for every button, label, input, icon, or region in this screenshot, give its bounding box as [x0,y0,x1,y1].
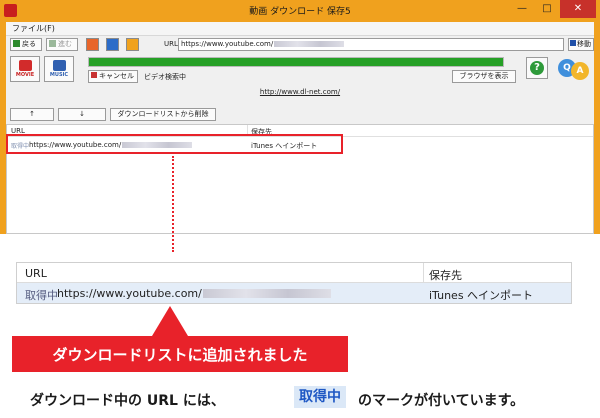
progress-bar [88,57,504,67]
caption: ダウンロード中の URL には、 取得中 のマークが付いています。 [30,386,590,410]
callout-tail [152,306,188,336]
back-label: 戻る [22,40,36,48]
cancel-icon [91,72,97,78]
title-bar[interactable]: 動画 ダウンロード 保存5 — □ ✕ [0,0,600,22]
callout-text: ダウンロードリストに追加されました [52,346,308,364]
close-button[interactable]: ✕ [560,0,596,18]
site-link[interactable]: http://www.dl-net.com/ [6,88,594,96]
remove-from-list-button[interactable]: ダウンロードリストから削除 [110,108,216,121]
movie-icon [19,60,32,71]
go-icon [570,40,576,46]
caption-suffix: のマークが付いています。 [358,393,525,409]
cancel-label: キャンセル [99,72,134,80]
zoomed-row-destination: iTunes へインポート [429,289,534,302]
help-button[interactable]: ? [526,57,548,79]
music-label: MUSIC [49,72,69,78]
go-label: 移動 [577,40,591,48]
zoomed-row-url: https://www.youtube.com/ [57,287,331,300]
move-up-button[interactable]: ↑ [10,108,54,121]
window-client: ファイル(F) 戻る 進む URL https://www.youtube.co… [6,22,594,234]
stop-icon[interactable] [86,38,99,51]
zoomed-list: URL 保存先 取得中 https://www.youtube.com/ iTu… [16,262,572,304]
url-redaction [274,41,345,47]
refresh-icon[interactable] [106,38,119,51]
qa-icon[interactable]: Q A [558,57,592,81]
go-button[interactable]: 移動 [568,38,594,51]
back-icon [13,40,20,47]
music-button[interactable]: MUSIC [44,56,74,82]
zoomed-column-url: URL [25,267,47,280]
callout-box: ダウンロードリストに追加されました [12,336,348,372]
move-down-button[interactable]: ↓ [58,108,106,121]
forward-button[interactable]: 進む [46,38,78,51]
back-button[interactable]: 戻る [10,38,42,51]
movie-button[interactable]: MOVIE [10,56,40,82]
maximize-button[interactable]: □ [535,0,559,18]
url-label: URL [164,40,178,48]
navigation-toolbar: 戻る 進む URL https://www.youtube.com/ 移動 [6,36,594,54]
minimize-button[interactable]: — [510,0,534,18]
menu-bar: ファイル(F) [6,22,594,36]
caption-badge: 取得中 [294,386,346,408]
movie-label: MOVIE [15,72,35,78]
zoomed-url-redaction [202,289,331,298]
zoomed-row-status: 取得中 [25,289,58,302]
list-controls: ↑ ↓ ダウンロードリストから削除 [6,108,594,122]
zoomed-row-url-text: https://www.youtube.com/ [57,287,202,300]
qa-a-label: A [571,62,589,80]
highlight-box [6,134,343,154]
cancel-button[interactable]: キャンセル [88,70,138,83]
music-icon [53,60,66,71]
status-text: ビデオ検索中 [144,73,186,81]
zoomed-column-destination: 保存先 [429,269,462,282]
zoomed-column-divider [423,263,424,283]
url-input[interactable]: https://www.youtube.com/ [178,38,564,51]
url-value: https://www.youtube.com/ [181,40,274,48]
show-browser-button[interactable]: ブラウザを表示 [452,70,516,83]
home-icon[interactable] [126,38,139,51]
action-toolbar: MOVIE MUSIC キャンセル ビデオ検索中 ブラウザを表示 ? Q A [6,55,594,85]
connector-dots [172,156,174,252]
app-window: 動画 ダウンロード 保存5 — □ ✕ ファイル(F) 戻る 進む URL ht… [0,0,600,234]
caption-prefix: ダウンロード中の URL には、 [30,393,225,409]
forward-icon [49,40,56,47]
progress-fill [89,58,503,66]
forward-label: 進む [58,40,72,48]
zoomed-header: URL 保存先 [17,263,571,283]
stage: 動画 ダウンロード 保存5 — □ ✕ ファイル(F) 戻る 進む URL ht… [0,0,600,418]
help-icon: ? [530,61,544,75]
zoomed-row: 取得中 https://www.youtube.com/ iTunes へインポ… [17,283,571,303]
menu-file[interactable]: ファイル(F) [12,23,55,34]
